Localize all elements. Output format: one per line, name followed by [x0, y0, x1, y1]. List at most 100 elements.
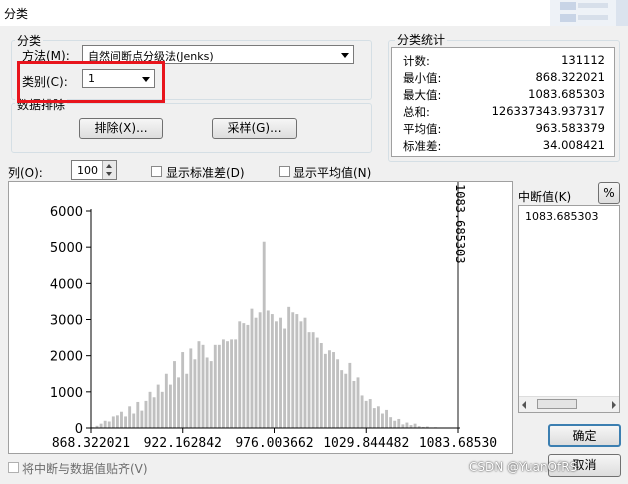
y-tick-label: 0: [75, 422, 83, 437]
histogram-bar: [140, 410, 144, 428]
histogram-bar: [181, 352, 185, 428]
histogram-bar: [173, 361, 176, 428]
break-value-item[interactable]: 1083.685303: [525, 210, 598, 223]
histogram-bar: [246, 324, 250, 428]
histogram-bar: [393, 420, 397, 428]
histogram-bar: [389, 417, 393, 428]
histogram-bar: [177, 377, 181, 428]
columns-label: 列(O):: [8, 166, 43, 180]
stat-std: 标准差: 34.008421: [403, 138, 605, 153]
x-tick-label: 868.322021: [52, 436, 130, 451]
histogram-bar: [401, 424, 405, 428]
x-tick-label: 922.162842: [144, 436, 222, 451]
histogram-bar: [368, 399, 372, 428]
histogram-bar: [397, 418, 401, 428]
chevron-down-icon[interactable]: [106, 172, 112, 176]
scroll-right-icon[interactable]: [612, 401, 616, 409]
histogram-bar: [332, 352, 335, 428]
histogram-bar: [156, 384, 160, 428]
histogram-bar: [319, 343, 323, 428]
histogram-bar: [344, 373, 348, 428]
histogram-bar: [160, 391, 164, 428]
histogram-bar: [107, 421, 111, 428]
histogram-bar: [336, 359, 340, 428]
histogram-bar: [221, 339, 225, 428]
histogram-bar: [148, 391, 152, 428]
histogram-bar: [242, 323, 246, 428]
histogram-bar: [311, 332, 315, 428]
histogram-bar: [413, 423, 417, 428]
histogram-bar: [348, 362, 352, 428]
stat-sum: 总和: 126337343.937317: [403, 104, 605, 119]
histogram-bar: [99, 423, 103, 428]
histogram-bar: [405, 422, 409, 428]
exclude-button[interactable]: 排除(X)...: [79, 118, 163, 139]
stats-box: 计数: 131112 最小值: 868.322021 最大值: 1083.685303…: [391, 47, 615, 157]
snap-checkbox[interactable]: [8, 462, 19, 473]
x-tick-label: 1083.68530: [419, 436, 497, 451]
histogram-bar: [120, 411, 123, 428]
ok-button[interactable]: 确定: [548, 424, 621, 447]
histogram-bar: [254, 317, 258, 428]
histogram-bar: [103, 420, 107, 428]
histogram-bar: [111, 416, 115, 428]
histogram-bar: [328, 350, 331, 428]
histogram-bar: [266, 310, 270, 428]
x-tick-label: 1029.844482: [323, 436, 409, 451]
histogram-panel: 6000 5000 4000 3000 2000 1000 0 868.322021 922.1…: [8, 181, 513, 454]
histogram-bar: [234, 339, 238, 428]
histogram-bar: [168, 384, 172, 428]
histogram-bar: [250, 308, 254, 428]
y-tick-label: 6000: [50, 205, 83, 220]
histogram-bar: [128, 406, 132, 428]
histogram-bar: [238, 321, 242, 428]
x-tick-label: 976.003662: [235, 436, 313, 451]
watermark: CSDN @YuanOfRS: [469, 460, 578, 474]
y-tick-label: 4000: [50, 277, 83, 292]
histogram-bar: [360, 395, 364, 428]
scrollbar-thumb[interactable]: [537, 399, 577, 409]
histogram-bar: [144, 400, 148, 429]
columns-value: 100: [77, 164, 98, 177]
sampling-button[interactable]: 采样(G)...: [212, 118, 297, 139]
histogram-bar: [372, 408, 376, 428]
histogram-bar: [270, 314, 274, 428]
horizontal-scrollbar[interactable]: [519, 396, 619, 412]
histogram-bar: [209, 361, 213, 428]
histogram-bar: [217, 344, 221, 428]
histogram-bar: [275, 321, 278, 428]
scroll-left-icon[interactable]: [522, 401, 526, 409]
histogram-bar: [213, 344, 217, 428]
stepper-buttons[interactable]: [102, 161, 116, 179]
show-std-checkbox[interactable]: [151, 166, 162, 177]
chevron-up-icon[interactable]: [106, 164, 112, 168]
histogram-bar: [193, 359, 197, 428]
histogram-bar: [258, 312, 262, 428]
histogram-bar: [291, 312, 295, 428]
stat-max: 最大值: 1083.685303: [403, 87, 605, 102]
percent-button[interactable]: %: [598, 182, 620, 204]
histogram-chart[interactable]: 6000 5000 4000 3000 2000 1000 0868.322021 922.1…: [9, 182, 512, 453]
show-std-label: 显示标准差(D): [166, 166, 245, 180]
y-tick-label: 1000: [50, 386, 83, 401]
histogram-bar: [295, 314, 299, 428]
histogram-bar: [381, 413, 384, 428]
histogram-bar: [385, 409, 388, 428]
histogram-bar: [307, 332, 311, 428]
histogram-bar: [226, 341, 229, 428]
y-tick-label: 5000: [50, 241, 83, 256]
histogram-bar: [201, 344, 205, 428]
histogram-bar: [340, 370, 344, 428]
histogram-bar: [136, 401, 140, 428]
breaks-list[interactable]: 1083.685303: [518, 205, 620, 413]
stat-min: 最小值: 868.322021: [403, 70, 605, 85]
histogram-bar: [364, 400, 368, 429]
histogram-bar: [189, 348, 193, 428]
stats-group-label: 分类统计: [395, 31, 448, 48]
columns-stepper[interactable]: 100: [71, 160, 117, 180]
histogram-bar: [185, 373, 189, 428]
show-mean-checkbox[interactable]: [279, 166, 290, 177]
histogram-bar: [287, 306, 291, 428]
histogram-bar: [230, 339, 234, 428]
title-bar: 分类: [0, 0, 628, 26]
